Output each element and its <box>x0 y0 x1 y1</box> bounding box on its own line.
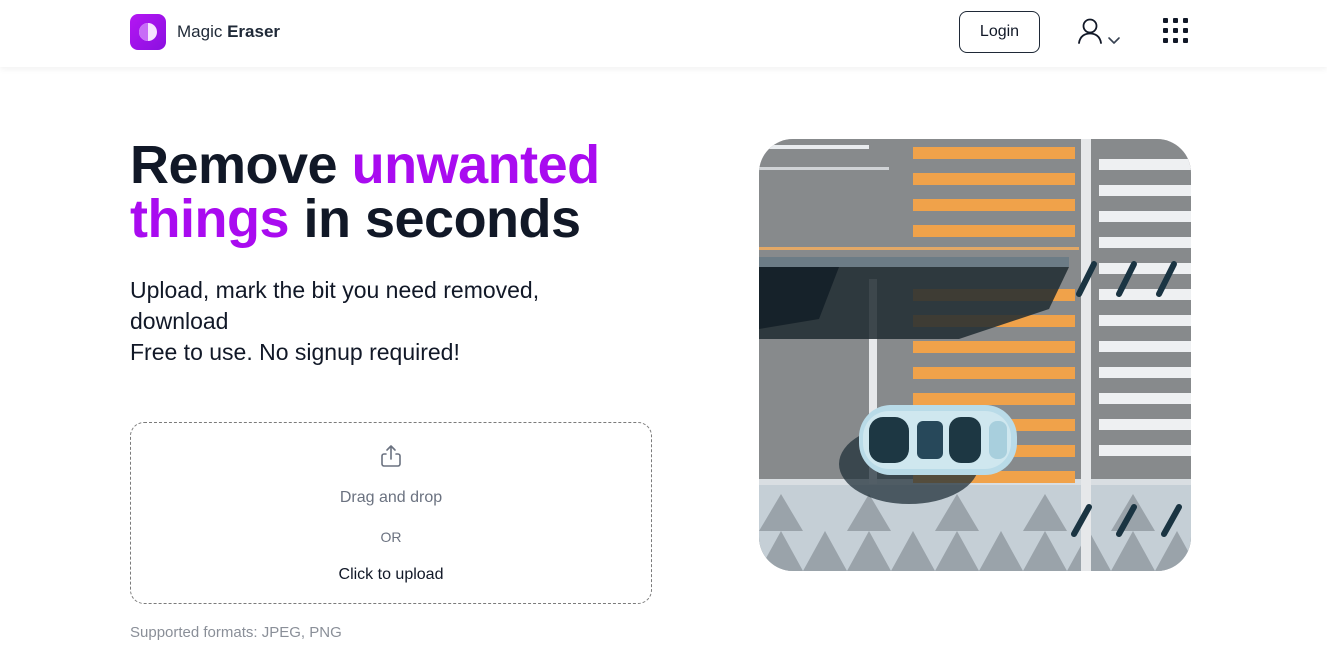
login-button[interactable]: Login <box>959 11 1040 53</box>
headline-part-2: in seconds <box>288 189 581 249</box>
headline-part-1: Remove <box>130 135 352 195</box>
or-separator: OR <box>380 529 402 545</box>
supported-formats-text: Supported formats: JPEG, PNG <box>130 624 342 641</box>
headline-accent-2: things <box>130 189 289 249</box>
brand-name-bold: Eraser <box>227 22 281 41</box>
magic-eraser-logo-icon <box>130 14 166 50</box>
headline-accent-1: unwanted <box>351 135 601 195</box>
page-headline: Remove unwanted things in seconds <box>130 138 650 246</box>
user-menu[interactable] <box>1077 17 1121 45</box>
subtext-line-1: Upload, mark the bit you need removed, d… <box>130 277 540 334</box>
user-icon <box>1078 18 1102 44</box>
apps-grid-icon[interactable] <box>1163 18 1188 43</box>
hero-example-image <box>759 139 1191 571</box>
brand-logo[interactable]: Magic Eraser <box>130 14 280 50</box>
brand-name-light: Magic <box>177 22 223 41</box>
subtext-line-2: Free to use. No signup required! <box>130 339 460 365</box>
chevron-down-icon <box>1108 37 1120 44</box>
drag-and-drop-label: Drag and drop <box>339 489 443 506</box>
top-header: Magic Eraser Login <box>0 0 1327 67</box>
aerial-street-illustration <box>759 139 1191 571</box>
brand-name: Magic Eraser <box>177 22 280 42</box>
upload-dropzone[interactable]: Drag and drop OR Click to upload <box>130 422 652 604</box>
click-to-upload-link[interactable]: Click to upload <box>131 566 651 584</box>
upload-icon <box>381 445 401 467</box>
hero-subtext: Upload, mark the bit you need removed, d… <box>130 275 600 368</box>
